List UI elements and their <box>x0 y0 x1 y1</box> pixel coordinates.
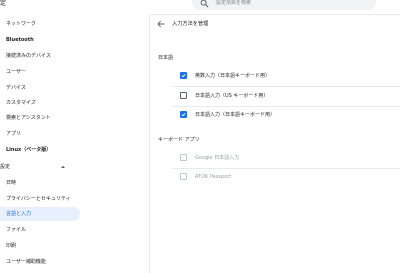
sidebar-item-label: 設定 <box>0 164 11 170</box>
row-divider <box>172 86 400 87</box>
section-label-japanese: 日本語 <box>158 55 174 61</box>
row-divider <box>172 106 400 107</box>
sidebar-item-label: ネットワーク <box>6 21 37 27</box>
sidebar-item-label: ユーザー <box>6 69 26 75</box>
input-method-row[interactable]: 日本語入力（日本語キーボード用） <box>178 109 378 121</box>
sidebar-item-linux[interactable]: Linux（ベータ版） <box>0 143 80 157</box>
checkbox-disabled <box>180 154 187 161</box>
checkbox-checked[interactable] <box>180 111 187 118</box>
sidebar-item-date-time[interactable]: 日時 <box>0 176 80 190</box>
row-divider <box>172 168 400 169</box>
input-method-row: Google 日本語入力 <box>178 152 378 164</box>
search-input[interactable] <box>216 0 366 7</box>
sidebar-item-label: 接続済みのデバイス <box>6 53 51 59</box>
sidebar-item-network[interactable]: ネットワーク <box>0 17 80 31</box>
sidebar-item-label: 日時 <box>6 180 17 186</box>
sidebar-item-privacy-security[interactable]: プライバシーとセキュリティ <box>0 192 80 206</box>
check-icon <box>181 74 186 78</box>
checkbox-disabled <box>180 173 187 180</box>
sidebar-item-files[interactable]: ファイル <box>0 223 80 237</box>
sidebar-item-label: ファイル <box>6 227 27 233</box>
check-icon <box>181 113 186 117</box>
input-method-label: 英数入力（日本語キーボード用） <box>195 73 271 79</box>
input-method-row: ATOK Passport <box>178 171 378 183</box>
sidebar-item-label: アプリ <box>6 131 22 137</box>
chevron-up-icon <box>61 165 65 168</box>
checkbox-unchecked[interactable] <box>180 92 187 99</box>
sidebar-item-label: カスタマイズ <box>6 100 36 106</box>
app-title: 定 <box>0 0 7 7</box>
search-box[interactable] <box>192 0 376 10</box>
input-method-label: 日本語入力（US キーボード用） <box>195 93 269 99</box>
sidebar-item-users[interactable]: ユーザー <box>0 65 80 79</box>
sidebar-item-printing[interactable]: 印刷 <box>0 239 80 253</box>
section-label-keyboard-apps: キーボード アプリ <box>158 137 200 143</box>
sidebar-item-label: Bluetooth <box>6 37 34 43</box>
sidebar-item-search-assistant[interactable]: 検索とアシスタント <box>0 111 80 125</box>
sidebar-item-label: 言語と入力 <box>6 211 32 217</box>
sidebar-item-device[interactable]: デバイス <box>0 81 80 95</box>
checkbox-checked[interactable] <box>180 72 187 79</box>
sidebar: ネットワーク Bluetooth 接続済みのデバイス ユーザー デバイス カスタ… <box>0 14 150 273</box>
back-arrow-icon[interactable] <box>157 20 165 28</box>
sidebar-item-label: 印刷 <box>6 243 17 249</box>
input-method-row[interactable]: 日本語入力（US キーボード用） <box>178 90 378 102</box>
sidebar-item-label: Linux（ベータ版） <box>6 147 52 153</box>
search-icon <box>200 0 209 8</box>
sidebar-item-label: ユーザー補助機能 <box>6 259 46 265</box>
sidebar-item-apps[interactable]: アプリ <box>0 127 80 141</box>
sidebar-item-label: プライバシーとセキュリティ <box>6 196 71 202</box>
sidebar-item-accessibility[interactable]: ユーザー補助機能 <box>0 255 80 269</box>
sidebar-item-bluetooth[interactable]: Bluetooth <box>0 33 80 47</box>
input-method-row[interactable]: 英数入力（日本語キーボード用） <box>178 70 378 82</box>
sidebar-item-connected-devices[interactable]: 接続済みのデバイス <box>0 49 80 63</box>
sidebar-item-personalization[interactable]: カスタマイズ <box>0 96 80 110</box>
input-method-label: ATOK Passport <box>195 174 232 180</box>
page-title: 入力方法を管理 <box>172 21 209 27</box>
main-content: 入力方法を管理 日本語 英数入力（日本語キーボード用） 日本語入力（US キーボ… <box>150 14 400 273</box>
sidebar-item-languages-input[interactable]: 言語と入力 <box>0 207 80 221</box>
top-bar: 定 <box>0 0 400 15</box>
input-method-label: Google 日本語入力 <box>195 155 240 161</box>
sidebar-item-label: 検索とアシスタント <box>6 115 51 121</box>
input-method-label: 日本語入力（日本語キーボード用） <box>195 112 276 118</box>
sidebar-section-advanced[interactable]: 設定 <box>0 160 74 174</box>
sidebar-item-label: デバイス <box>6 85 26 91</box>
